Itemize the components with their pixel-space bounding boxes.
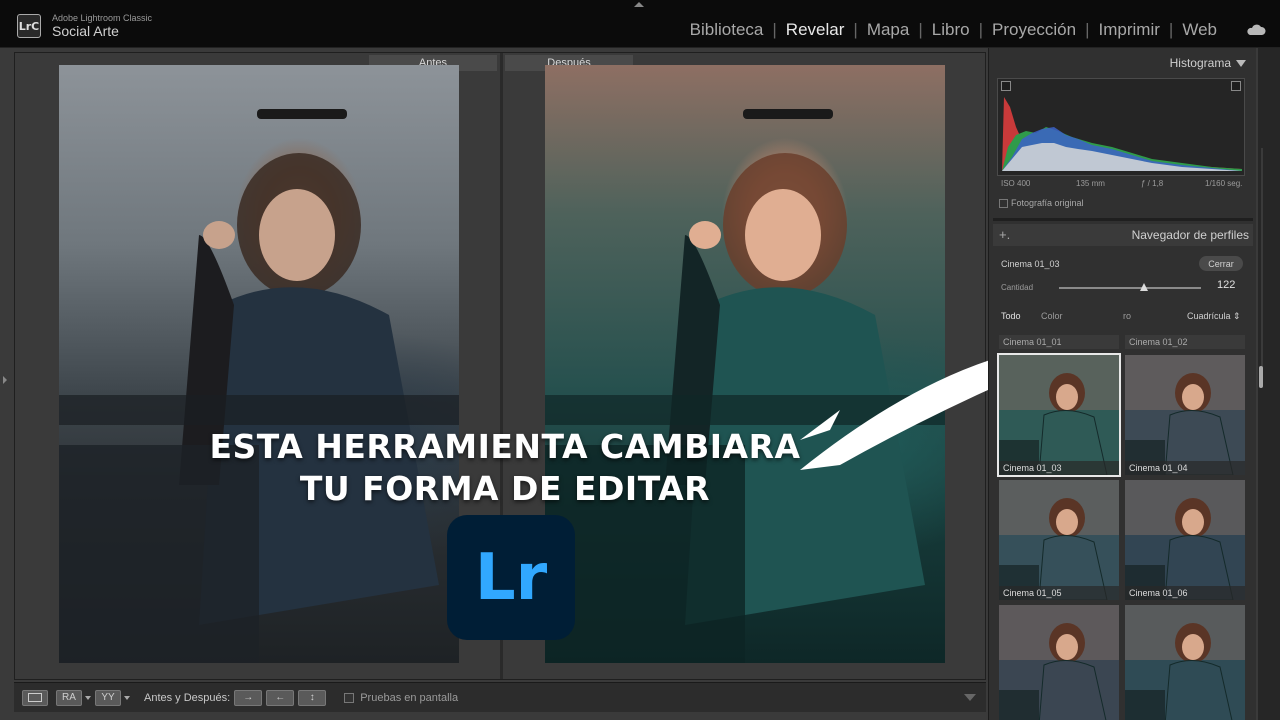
collapse-top-panel-icon[interactable] bbox=[634, 2, 644, 7]
scroll-thumb[interactable] bbox=[1259, 366, 1263, 388]
lightroom-logo: Lr bbox=[447, 515, 575, 640]
add-profile-icon[interactable]: +. bbox=[999, 227, 1010, 242]
scroll-track bbox=[1261, 148, 1263, 378]
right-panel-scrollbar[interactable] bbox=[1258, 48, 1280, 720]
chevron-down-icon[interactable] bbox=[85, 695, 91, 700]
profile-thumbnail-label: Cinema 01_03 bbox=[999, 461, 1119, 475]
bottom-toolbar: RA YY Antes y Después: → ← ↕ Pruebas en … bbox=[14, 682, 986, 712]
profile-thumbnail[interactable] bbox=[1125, 605, 1245, 720]
before-photo-subject bbox=[59, 109, 459, 663]
before-after-split-button[interactable]: YY bbox=[95, 689, 121, 706]
grid-view-select[interactable]: Cuadrícula ⇕ bbox=[1187, 311, 1241, 322]
profile-thumbnail-image bbox=[999, 605, 1119, 720]
expand-left-panel-icon[interactable] bbox=[3, 376, 7, 384]
histogram[interactable] bbox=[997, 78, 1245, 176]
original-photo-checkbox[interactable] bbox=[999, 199, 1008, 208]
amount-slider-knob[interactable] bbox=[1140, 283, 1149, 291]
module-proyeccion[interactable]: Proyección bbox=[983, 20, 1085, 40]
before-after-label: Antes y Después: bbox=[144, 691, 231, 704]
module-picker: Biblioteca | Revelar | Mapa | Libro | Proyec… bbox=[681, 20, 1226, 40]
profile-thumbnail-image bbox=[1125, 355, 1245, 475]
profile-browser-title: Navegador de perfiles bbox=[1131, 228, 1249, 242]
headline-line-1: ESTA HERRAMIENTA CAMBIARA bbox=[209, 427, 801, 466]
catalog-name: Social Arte bbox=[52, 23, 119, 39]
amount-value[interactable]: 122 bbox=[1217, 279, 1235, 291]
grid-view-label: Cuadrícula bbox=[1187, 311, 1231, 321]
histogram-graph bbox=[1002, 97, 1242, 171]
module-libro[interactable]: Libro bbox=[923, 20, 979, 40]
copy-before-to-after-button[interactable]: → bbox=[234, 689, 263, 706]
profile-top-label: Cinema 01_02 bbox=[1125, 335, 1245, 349]
filter-all[interactable]: Todo bbox=[1001, 311, 1021, 321]
close-profile-browser-button[interactable]: Cerrar bbox=[1199, 256, 1243, 271]
module-web[interactable]: Web bbox=[1173, 20, 1226, 40]
profile-thumbnail[interactable]: Cinema 01_04 bbox=[1125, 355, 1245, 475]
loupe-icon bbox=[28, 693, 42, 702]
profile-thumbnail[interactable] bbox=[999, 605, 1119, 720]
profile-thumbnail[interactable]: Cinema 01_05 bbox=[999, 480, 1119, 600]
exif-focal-length: 135 mm bbox=[1076, 179, 1105, 188]
chevron-down-icon[interactable] bbox=[124, 695, 130, 700]
arrow-left-icon: ← bbox=[275, 692, 286, 703]
profile-thumbnail-label: Cinema 01_05 bbox=[999, 586, 1119, 600]
amount-label: Cantidad bbox=[1001, 283, 1034, 292]
profile-browser-header: +. Navegador de perfiles bbox=[993, 224, 1253, 246]
original-photo-label: Fotografía original bbox=[1011, 198, 1084, 208]
swap-before-after-button[interactable]: ↕ bbox=[298, 689, 327, 706]
lightroom-window: LrC Adobe Lightroom Classic Social Arte … bbox=[0, 0, 1280, 720]
cloud-icon[interactable] bbox=[1246, 24, 1266, 35]
copy-after-to-before-button[interactable]: ← bbox=[266, 689, 295, 706]
profile-thumbnail-image bbox=[999, 355, 1119, 475]
profile-thumbnail[interactable]: Cinema 01_06 bbox=[1125, 480, 1245, 600]
top-bar: LrC Adobe Lightroom Classic Social Arte … bbox=[0, 0, 1280, 48]
module-mapa[interactable]: Mapa bbox=[858, 20, 919, 40]
headline-line-2: TU FORMA DE EDITAR bbox=[299, 469, 711, 508]
profile-thumbnail-label: Cinema 01_04 bbox=[1125, 461, 1245, 475]
panel-separator bbox=[993, 218, 1253, 221]
histogram-title[interactable]: Histograma bbox=[989, 52, 1257, 74]
filter-color[interactable]: Color bbox=[1041, 311, 1063, 321]
exif-shutter: 1/160 seg. bbox=[1205, 179, 1243, 188]
profile-thumbnail-label: Cinema 01_06 bbox=[1125, 586, 1245, 600]
chevron-updown-icon: ⇕ bbox=[1233, 311, 1241, 321]
profile-thumbnail-image bbox=[1125, 605, 1245, 720]
before-photo[interactable] bbox=[59, 65, 459, 663]
lightroom-classic-logo: LrC bbox=[17, 14, 41, 38]
profile-thumbnail[interactable]: Cinema 01_03 bbox=[997, 353, 1121, 477]
amount-slider[interactable] bbox=[1059, 283, 1201, 291]
module-revelar[interactable]: Revelar bbox=[777, 20, 854, 40]
app-name: Adobe Lightroom Classic bbox=[52, 13, 153, 23]
module-imprimir[interactable]: Imprimir bbox=[1090, 20, 1169, 40]
exif-iso: ISO 400 bbox=[1001, 179, 1031, 188]
module-biblioteca[interactable]: Biblioteca bbox=[681, 20, 773, 40]
loupe-view-button[interactable] bbox=[22, 689, 48, 706]
exif-aperture: ƒ / 1,8 bbox=[1141, 179, 1164, 188]
soft-proofing-checkbox[interactable] bbox=[344, 692, 355, 703]
swap-icon: ↕ bbox=[309, 692, 315, 703]
collapse-triangle-icon[interactable] bbox=[1236, 60, 1246, 67]
thumbnail-headline: ESTA HERRAMIENTA CAMBIARA TU FORMA DE ED… bbox=[160, 426, 850, 510]
right-panel: Histograma ISO 400 135 mm ƒ / 1,8 1/160 … bbox=[988, 48, 1256, 720]
profile-top-label: Cinema 01_01 bbox=[999, 335, 1119, 349]
profile-thumbnail-image bbox=[999, 480, 1119, 600]
profile-thumbnail-image bbox=[1125, 480, 1245, 600]
soft-proofing-label: Pruebas en pantalla bbox=[360, 691, 459, 704]
arrow-right-icon: → bbox=[243, 692, 254, 703]
current-profile-name: Cinema 01_03 bbox=[1001, 259, 1060, 269]
filter-bw[interactable]: ro bbox=[1123, 311, 1131, 321]
toolbar-menu-icon[interactable] bbox=[964, 694, 976, 701]
before-after-left-right-button[interactable]: RA bbox=[56, 689, 82, 706]
